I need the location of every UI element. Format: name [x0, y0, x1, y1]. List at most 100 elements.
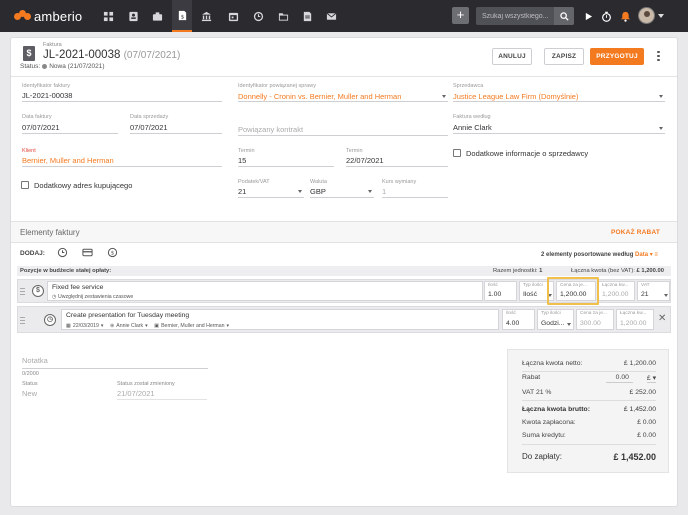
header-divider	[11, 76, 677, 77]
sort-caret-icon[interactable]: ▾	[648, 252, 653, 258]
search-button[interactable]	[554, 7, 574, 25]
extra-sale-info-checkbox[interactable]	[453, 149, 461, 157]
term-date-underline	[346, 166, 448, 167]
entry-date-chip[interactable]: ▦ 22/03/2019 ▾	[66, 323, 103, 329]
units-total: Razem jednostki: 1	[493, 268, 542, 274]
mail-icon[interactable]	[323, 8, 339, 24]
discount-unit: £	[646, 375, 651, 382]
invoice-number: JL-2021-00038	[43, 49, 121, 61]
invoice-items-header: Elementy faktury POKAŻ RABAT	[11, 221, 677, 243]
search-input[interactable]	[476, 7, 554, 25]
drag-handle-icon[interactable]	[20, 315, 25, 326]
credit-value: £ 0.00	[637, 432, 656, 439]
discount-row: Rabat 0.00 £ ▾	[522, 374, 656, 383]
vat-underline	[238, 197, 304, 198]
show-discount-link[interactable]: POKAŻ RABAT	[611, 229, 660, 236]
extra-sale-info-label: Dodatkowe informacje o sprzedawcy	[466, 149, 589, 158]
highlight-box	[547, 277, 599, 305]
add-expense-icon[interactable]	[82, 247, 93, 260]
exchange-rate-field[interactable]: 1	[382, 187, 386, 196]
invoice-id-field[interactable]: JL-2021-00038	[22, 91, 72, 100]
case-dropdown-icon[interactable]	[442, 95, 446, 98]
play-timer-icon[interactable]	[580, 8, 596, 24]
user-avatar[interactable]	[638, 7, 655, 24]
bank-icon[interactable]	[198, 8, 214, 24]
entry-user-chip[interactable]: ⊛ Annie Clark ▾	[110, 323, 148, 329]
add-time-entry-icon[interactable]	[57, 247, 68, 260]
sale-date-field[interactable]: 07/07/2021	[130, 123, 168, 132]
status-dot-icon	[42, 63, 48, 69]
invoices-icon[interactable]: $	[172, 0, 192, 32]
entry-user: Annie Clark	[116, 323, 144, 329]
client-underline	[22, 166, 222, 167]
vat-row: VAT 21 % £ 252.00	[522, 389, 656, 396]
user-menu-caret-icon[interactable]	[658, 14, 664, 18]
cases-icon[interactable]	[149, 8, 165, 24]
items-section-title: Elementy faktury	[20, 228, 80, 237]
add-fixed-fee-icon[interactable]: $	[107, 247, 118, 260]
currency-label: Waluta	[310, 179, 327, 185]
include-timesheets-option[interactable]: ◷ Uwzględnij zestawienia czasowe	[52, 294, 133, 300]
currency-field[interactable]: GBP	[310, 187, 326, 196]
item-name-cell[interactable]: Fixed fee service ◷ Uwzględnij zestawien…	[47, 281, 483, 301]
drag-handle-icon[interactable]	[20, 286, 25, 297]
invoice-date-field[interactable]: 07/07/2021	[22, 123, 60, 132]
remove-item-icon[interactable]: ✕	[658, 313, 666, 324]
prepare-button[interactable]: PRZYGOTUJ	[590, 48, 644, 65]
seller-dropdown-icon[interactable]	[659, 95, 663, 98]
qty-type-select[interactable]: Typ ilości Godzi...	[537, 309, 574, 330]
amberio-logo[interactable]: amberio	[14, 8, 82, 24]
stopwatch-icon[interactable]	[598, 8, 614, 24]
invoice-title-date: (07/07/2021)	[123, 50, 181, 61]
status-line: Status: Nowa (21/07/2021)	[20, 63, 105, 70]
entry-client-chip[interactable]: ▣ Bernier, Muller and Herman ▾	[154, 323, 229, 329]
term-date-field[interactable]: 22/07/2021	[346, 156, 384, 165]
quick-add-button[interactable]: +	[452, 7, 469, 24]
currency-dropdown-icon[interactable]	[368, 190, 372, 193]
calendar-icon[interactable]	[225, 8, 241, 24]
vat-dropdown-icon[interactable]	[298, 190, 302, 193]
client-label: Klient	[22, 148, 36, 154]
note-input[interactable]: Notatka	[22, 356, 48, 365]
svg-text:$: $	[111, 251, 115, 257]
client-field[interactable]: Bernier, Muller and Herman	[22, 156, 114, 165]
folder-icon[interactable]	[275, 8, 291, 24]
sort-field-link[interactable]: Data	[635, 252, 648, 258]
invoice-by-dropdown-icon[interactable]	[659, 127, 663, 130]
item-name-cell[interactable]: Create presentation for Tuesday meeting …	[61, 309, 499, 330]
contacts-icon[interactable]	[125, 8, 141, 24]
case-id-field[interactable]: Donnelly - Cronin vs. Bernier, Muller an…	[238, 92, 401, 101]
item-vat-select[interactable]: VAT 21	[637, 281, 670, 301]
time-icon[interactable]	[250, 8, 266, 24]
qty-cell[interactable]: Ilość 4.00	[502, 309, 535, 330]
invoice-id-underline	[22, 101, 222, 102]
client-icon: ▣	[154, 323, 160, 329]
invoice-by-underline	[453, 133, 665, 134]
qty-cell[interactable]: Ilość 1.00	[484, 281, 517, 301]
save-button[interactable]: ZAPISZ	[544, 48, 584, 65]
documents-icon[interactable]	[299, 8, 315, 24]
status-changed-value: 21/07/2021	[117, 389, 155, 398]
dashboard-icon[interactable]	[100, 8, 116, 24]
global-search	[476, 7, 574, 25]
extra-buyer-address-checkbox[interactable]	[21, 181, 29, 189]
notifications-icon[interactable]	[617, 8, 633, 24]
amount-due-value: £ 1,452.00	[613, 452, 656, 462]
contract-field[interactable]: Powiązany kontrakt	[238, 125, 303, 134]
invoice-by-field[interactable]: Annie Clark	[453, 123, 492, 132]
vat-field[interactable]: 21	[238, 187, 246, 196]
notes-status-value: New	[22, 389, 38, 398]
cancel-button[interactable]: ANULUJ	[492, 48, 532, 65]
term-days-field[interactable]: 15	[238, 156, 246, 165]
budget-summary-bar: Pozycje w budżecie stałej opłaty: Razem …	[17, 266, 671, 276]
qty-type-label: Typ ilości	[523, 283, 543, 288]
include-timesheets-icon: ◷	[52, 294, 57, 300]
net-separator	[522, 371, 656, 372]
seller-field[interactable]: Justice League Law Firm (Domyślnie)	[453, 92, 578, 101]
more-options-icon[interactable]	[657, 49, 660, 63]
total-amount-cell: Łączna kw... 1,200.00	[616, 309, 654, 330]
discount-input[interactable]: 0.00	[605, 374, 633, 383]
gross-total-label: Łączna kwota brutto:	[522, 406, 590, 413]
discount-unit-select[interactable]: £ ▾	[646, 374, 656, 383]
sort-order-icon[interactable]: ≡	[654, 252, 658, 258]
